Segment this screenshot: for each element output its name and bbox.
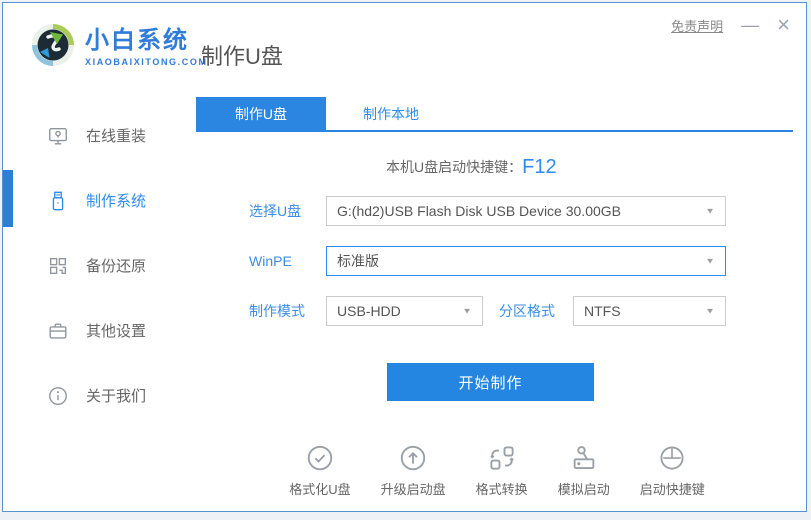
app-window: 小白系统 XIAOBAIXITONG.COM 制作U盘 免责声明 — × 在线重…	[2, 2, 807, 512]
minimize-icon[interactable]: —	[741, 15, 759, 35]
sidebar-item-backup-restore[interactable]: 备份还原	[3, 233, 188, 298]
select-usb-label: 选择U盘	[249, 196, 301, 226]
briefcase-icon	[47, 320, 69, 342]
check-circle-icon	[305, 443, 335, 473]
partition-format-dropdown[interactable]: NTFS ▼	[573, 296, 726, 326]
usb-device-dropdown[interactable]: G:(hd2)USB Flash Disk USB Device 30.00GB…	[326, 196, 726, 226]
app-logo-domain: XIAOBAIXITONG.COM	[85, 57, 208, 67]
sidebar: 在线重装 制作系统 备份还原 其他	[3, 103, 188, 428]
chevron-down-icon: ▼	[705, 207, 715, 216]
chevron-down-icon: ▼	[462, 307, 472, 316]
sidebar-item-about-us[interactable]: 关于我们	[3, 363, 188, 428]
tool-format-usb[interactable]: 格式化U盘	[289, 443, 350, 498]
page-title: 制作U盘	[201, 39, 283, 71]
convert-icon	[487, 443, 517, 473]
make-mode-label: 制作模式	[249, 296, 305, 326]
sidebar-item-other-settings[interactable]: 其他设置	[3, 298, 188, 363]
winpe-value: 标准版	[337, 251, 379, 271]
partition-format-label: 分区格式	[499, 296, 555, 326]
joystick-icon	[569, 443, 599, 473]
chevron-down-icon: ▼	[705, 257, 715, 266]
tool-label: 升级启动盘	[381, 479, 446, 498]
tool-label: 格式转换	[476, 479, 528, 498]
tool-simulate-boot[interactable]: 模拟启动	[558, 443, 610, 498]
sidebar-item-label: 在线重装	[86, 125, 146, 146]
mouse-icon	[657, 443, 687, 473]
sidebar-item-make-system[interactable]: 制作系统	[3, 168, 188, 233]
make-mode-dropdown[interactable]: USB-HDD ▼	[326, 296, 483, 326]
winpe-dropdown[interactable]: 标准版 ▼	[326, 246, 726, 276]
tab-make-usb[interactable]: 制作U盘	[196, 97, 326, 130]
boot-hotkey-value: F12	[522, 156, 556, 179]
titlebar-controls: 免责声明 — ×	[671, 15, 790, 35]
app-logo-icon	[29, 21, 77, 69]
partition-format-value: NTFS	[584, 303, 621, 319]
sidebar-item-label: 备份还原	[86, 255, 146, 276]
tool-format-convert[interactable]: 格式转换	[476, 443, 528, 498]
sidebar-item-label: 制作系统	[86, 190, 146, 211]
tool-label: 模拟启动	[558, 479, 610, 498]
disclaimer-link[interactable]: 免责声明	[671, 16, 723, 35]
sidebar-item-label: 其他设置	[86, 320, 146, 341]
info-circle-icon	[47, 385, 69, 407]
tool-upgrade-boot-disk[interactable]: 升级启动盘	[381, 443, 446, 498]
sidebar-item-label: 关于我们	[86, 385, 146, 406]
monitor-icon	[47, 125, 69, 147]
tab-make-local[interactable]: 制作本地	[326, 97, 456, 130]
tool-label: 启动快捷键	[640, 479, 705, 498]
sidebar-item-online-reinstall[interactable]: 在线重装	[3, 103, 188, 168]
app-logo-text: 小白系统 XIAOBAIXITONG.COM	[85, 29, 208, 67]
start-make-button[interactable]: 开始制作	[387, 363, 594, 401]
arrow-up-circle-icon	[398, 443, 428, 473]
footer-toolbar: 格式化U盘 升级启动盘 格式转换	[188, 443, 806, 498]
backup-grid-icon	[47, 255, 69, 277]
boot-hotkey-label: 本机U盘启动快捷键：	[386, 157, 522, 177]
tab-underline	[196, 130, 793, 132]
winpe-label: WinPE	[249, 246, 292, 276]
usb-device-value: G:(hd2)USB Flash Disk USB Device 30.00GB	[337, 203, 621, 219]
tool-boot-hotkey[interactable]: 启动快捷键	[640, 443, 705, 498]
close-icon[interactable]: ×	[777, 15, 790, 35]
tool-label: 格式化U盘	[289, 479, 350, 498]
chevron-down-icon: ▼	[705, 307, 715, 316]
app-logo-name: 小白系统	[85, 29, 208, 53]
make-mode-value: USB-HDD	[337, 303, 401, 319]
boot-hotkey-line: 本机U盘启动快捷键： F12	[386, 153, 557, 181]
usb-drive-icon	[47, 190, 69, 212]
